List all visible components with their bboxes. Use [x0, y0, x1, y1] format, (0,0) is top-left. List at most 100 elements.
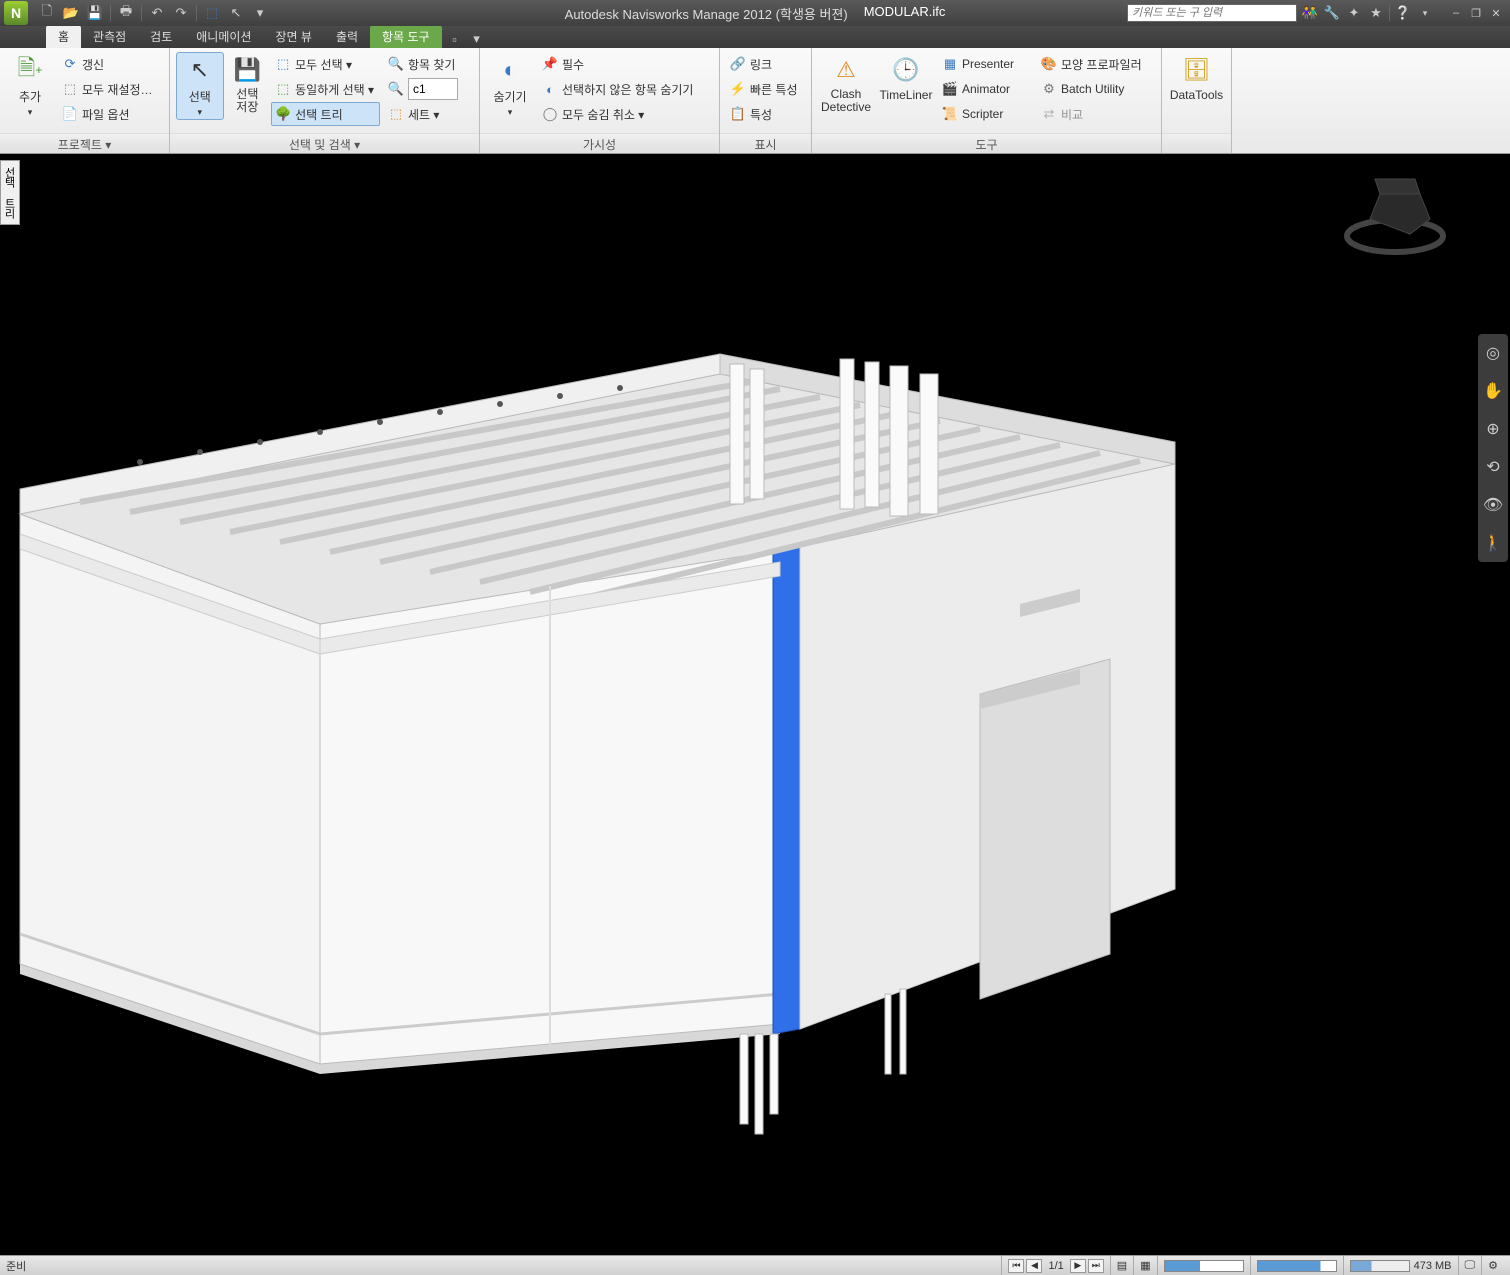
save-icon[interactable]: 💾 — [84, 3, 106, 23]
memory-label: 473 MB — [1414, 1260, 1452, 1272]
tab-home[interactable]: 홈 — [46, 25, 81, 48]
file-options-label: 파일 옵션 — [82, 106, 130, 123]
statusbar: 준비 ⏮ ◀ 1/1 ▶ ⏭ ▤ ▦ 473 MB 🖵 ⚙ — [0, 1255, 1510, 1275]
select-qat-icon[interactable]: ⬚ — [201, 3, 223, 23]
help-icon[interactable]: ❔ — [1394, 4, 1412, 22]
pan-icon[interactable]: ✋ — [1482, 380, 1504, 402]
ribbon-tabs: 홈 관측점 검토 애니메이션 장면 뷰 출력 항목 도구 ▫ ▾ — [0, 26, 1510, 48]
select-all-icon: ⬚ — [275, 56, 291, 72]
qat-dropdown-icon[interactable]: ▾ — [249, 3, 271, 23]
tab-item-tools[interactable]: 항목 도구 — [370, 25, 442, 48]
links-button[interactable]: 🔗링크 — [726, 52, 802, 76]
status-render-icon[interactable]: 🖵 — [1458, 1256, 1482, 1275]
ribbon-launch-icon[interactable]: ▫ — [446, 30, 464, 48]
status-icon-2[interactable]: ▦ — [1133, 1256, 1156, 1275]
tab-viewpoint[interactable]: 관측점 — [81, 25, 138, 48]
sets-button[interactable]: ⬚세트 ▾ — [384, 102, 473, 126]
sheet-prev-button[interactable]: ◀ — [1026, 1259, 1042, 1273]
select-all-button[interactable]: ⬚모두 선택 ▾ — [271, 52, 380, 76]
visibility-group-title: 가시성 — [480, 133, 719, 153]
batch-utility-button[interactable]: ⚙Batch Utility — [1037, 77, 1152, 101]
status-settings-icon[interactable]: ⚙ — [1481, 1256, 1504, 1275]
datatools-label: DataTools — [1170, 88, 1223, 102]
datatools-button[interactable]: 🗄 DataTools — [1168, 52, 1225, 104]
properties-button[interactable]: 📋특성 — [726, 102, 802, 126]
new-icon[interactable]: 🗋 — [36, 3, 58, 23]
compare-button[interactable]: ⇄비교 — [1037, 102, 1152, 126]
unhide-all-button[interactable]: ◯모두 숨김 취소 ▾ — [538, 102, 697, 126]
selection-tree-panel-tab[interactable]: 선택 트리 — [0, 160, 20, 225]
find-items-button[interactable]: 🔍항목 찾기 — [384, 52, 473, 76]
reset-icon: ⬚ — [62, 81, 78, 97]
tab-output[interactable]: 출력 — [324, 25, 370, 48]
look-icon[interactable]: 👁 — [1482, 494, 1504, 516]
cursor-qat-icon[interactable]: ↖ — [225, 3, 247, 23]
undo-icon[interactable]: ↶ — [146, 3, 168, 23]
hide-label: 숨기기 — [493, 88, 526, 105]
app-title: Autodesk Navisworks Manage 2012 (학생용 버젼) — [565, 4, 848, 23]
zoom-icon[interactable]: ⊕ — [1482, 418, 1504, 440]
hide-button[interactable]: ◐ 숨기기 ▾ — [486, 52, 534, 120]
save-selection-button[interactable]: 💾 선택 저장 — [228, 52, 268, 116]
presenter-button[interactable]: ▦Presenter — [938, 52, 1033, 76]
reset-all-button[interactable]: ⬚모두 재설정… — [58, 77, 157, 101]
titlebar: N 🗋 📂 💾 🖶 ↶ ↷ ⬚ ↖ ▾ Autodesk Navisworks … — [0, 0, 1510, 26]
quick-properties-button[interactable]: ⚡빠른 특성 — [726, 77, 802, 101]
refresh-button[interactable]: ⟳갱신 — [58, 52, 157, 76]
sheet-next-button[interactable]: ▶ — [1070, 1259, 1086, 1273]
search-input[interactable] — [1127, 4, 1297, 22]
scripter-label: Scripter — [962, 107, 1003, 121]
quick-find-input[interactable] — [408, 78, 458, 100]
tab-scene-view[interactable]: 장면 뷰 — [263, 25, 323, 48]
select-same-icon: ⬚ — [275, 81, 291, 97]
tab-review[interactable]: 검토 — [138, 25, 184, 48]
app-logo-icon[interactable]: N — [4, 1, 28, 25]
search-title-icon[interactable]: 👫 — [1301, 4, 1319, 22]
title-text: Autodesk Navisworks Manage 2012 (학생용 버젼)… — [565, 4, 946, 23]
viewcube[interactable] — [1340, 164, 1450, 274]
animator-button[interactable]: 🎬Animator — [938, 77, 1033, 101]
walk-icon[interactable]: 🚶 — [1482, 532, 1504, 554]
status-ready: 준비 — [6, 1258, 26, 1274]
orbit-icon[interactable]: ⟲ — [1482, 456, 1504, 478]
batch-icon: ⚙ — [1041, 81, 1057, 97]
status-icon-1[interactable]: ▤ — [1110, 1256, 1133, 1275]
file-options-button[interactable]: 📄파일 옵션 — [58, 102, 157, 126]
select-same-button[interactable]: ⬚동일하게 선택 ▾ — [271, 77, 380, 101]
sheet-navigator: ⏮ ◀ 1/1 ▶ ⏭ — [1001, 1256, 1109, 1275]
append-button[interactable]: 🗎+ 추가 ▾ — [6, 52, 54, 120]
star-icon[interactable]: ★ — [1367, 4, 1385, 22]
selection-tree-button[interactable]: 🌳선택 트리 — [271, 102, 380, 126]
clash-detective-button[interactable]: ⚠ Clash Detective — [818, 52, 874, 116]
require-label: 필수 — [562, 56, 584, 73]
close-button[interactable]: ✕ — [1486, 5, 1506, 21]
sheet-first-button[interactable]: ⏮ — [1008, 1259, 1024, 1273]
ribbon-help-icon[interactable]: ▾ — [468, 30, 486, 48]
presenter-label: Presenter — [962, 57, 1014, 71]
select-button[interactable]: ↖ 선택 ▾ — [176, 52, 224, 120]
tab-animation[interactable]: 애니메이션 — [184, 25, 263, 48]
require-button[interactable]: 📌필수 — [538, 52, 697, 76]
hide-unselected-label: 선택하지 않은 항목 숨기기 — [562, 81, 693, 98]
timeliner-button[interactable]: 🕒 TimeLiner — [878, 52, 934, 104]
appearance-profiler-button[interactable]: 🎨모양 프로파일러 — [1037, 52, 1152, 76]
sheet-last-button[interactable]: ⏭ — [1088, 1259, 1104, 1273]
steering-wheel-icon[interactable]: ◎ — [1482, 342, 1504, 364]
save-selection-label: 선택 저장 — [236, 88, 258, 114]
project-group-title[interactable]: 프로젝트 ▾ — [0, 133, 169, 153]
3d-viewport[interactable]: 선택 트리 ◎ ✋ ⊕ ⟲ 👁 🚶 — [0, 154, 1510, 1255]
minimize-button[interactable]: – — [1446, 5, 1466, 21]
quick-find-icon[interactable]: 🔍 — [388, 81, 404, 97]
key-icon[interactable]: 🔧 — [1323, 4, 1341, 22]
scripter-button[interactable]: 📜Scripter — [938, 102, 1033, 126]
open-icon[interactable]: 📂 — [60, 3, 82, 23]
help-dropdown-icon[interactable]: ▾ — [1416, 4, 1434, 22]
maximize-button[interactable]: ❐ — [1466, 5, 1486, 21]
timeliner-label: TimeLiner — [880, 88, 933, 102]
quick-props-label: 빠른 특성 — [750, 81, 798, 98]
hide-unselected-button[interactable]: ◐선택하지 않은 항목 숨기기 — [538, 77, 697, 101]
print-icon[interactable]: 🖶 — [115, 3, 137, 23]
exchange-icon[interactable]: ✦ — [1345, 4, 1363, 22]
redo-icon[interactable]: ↷ — [170, 3, 192, 23]
select-search-group-title[interactable]: 선택 및 검색 ▾ — [170, 133, 479, 153]
